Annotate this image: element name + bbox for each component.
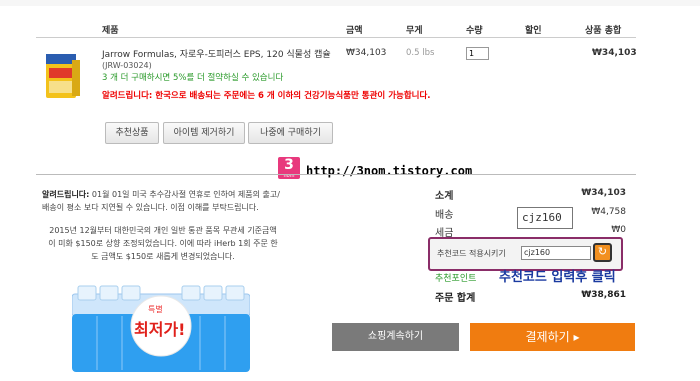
coupon-code-callout: cjz160 [517, 207, 573, 229]
product-total: ₩34,103 [592, 48, 637, 58]
product-name[interactable]: Jarrow Formulas, 자로우-도피러스 EPS, 120 식물성 캡… [102, 47, 331, 60]
notice-title: 알려드립니다: [42, 190, 90, 199]
top-strip [0, 0, 700, 6]
recommend-button[interactable]: 추천상품 [105, 122, 159, 144]
header-price: 금액 [346, 26, 363, 36]
header-weight: 무게 [406, 26, 423, 36]
discount-note: 3 개 더 구매하시면 5%를 더 절약하실 수 있습니다 [102, 73, 284, 83]
quantity-input[interactable] [466, 47, 489, 60]
coupon-label: 추천코드 적용시키기 [437, 249, 506, 258]
header-product: 제품 [102, 26, 119, 36]
promo-banner[interactable]: 특별 최저가! [71, 284, 251, 374]
referral-points-link[interactable]: 추천포인트 [435, 271, 476, 284]
promo-small-text: 특별 [148, 305, 163, 314]
customs-notice: 알려드립니다: 한국으로 배송되는 주문에는 6 개 이하의 건강기능식품만 통… [102, 91, 431, 101]
refresh-icon: ↻ [597, 245, 608, 258]
customs-limit-notice: 2015년 12월부터 대한민국의 개인 일반 통관 품목 무관세 기준금액이 … [48, 226, 278, 261]
buy-later-button[interactable]: 나중에 구매하기 [248, 122, 333, 144]
header-qty: 수량 [466, 26, 483, 36]
grand-total-value: ₩38,861 [581, 290, 626, 300]
shipping-delay-notice: 알려드립니다: 01월 01일 미국 추수감사절 연휴로 인하여 제품의 출고/… [42, 188, 282, 214]
coupon-instruction-note: 추천코드 입력후 클릭 [499, 270, 616, 285]
header-total: 상품 총합 [585, 26, 622, 36]
product-weight: 0.5 lbs [406, 48, 435, 58]
section-divider [36, 174, 636, 175]
watermark-url: http://3nom.tistory.com [306, 164, 473, 178]
apply-coupon-button[interactable]: ↻ [593, 243, 612, 262]
shipping-label: 배송 [435, 210, 454, 221]
subtotal-label: 소계 [435, 191, 454, 202]
subtotal-value: ₩34,103 [581, 188, 626, 198]
product-image[interactable] [42, 50, 82, 102]
promo-big-text: 최저가! [134, 320, 186, 339]
grand-total-label: 주문 합계 [435, 293, 476, 304]
continue-shopping-button[interactable]: 쇼핑계속하기 [332, 323, 459, 351]
coupon-code-input[interactable]: cjz160 [521, 246, 591, 260]
header-divider [36, 37, 636, 38]
header-discount: 할인 [525, 26, 542, 36]
checkout-button[interactable]: 결제하기 ▸ [470, 323, 635, 351]
remove-item-button[interactable]: 아이템 제거하기 [163, 122, 245, 144]
product-code: (JRW-03024) [102, 61, 152, 70]
product-price: ₩34,103 [346, 48, 387, 58]
